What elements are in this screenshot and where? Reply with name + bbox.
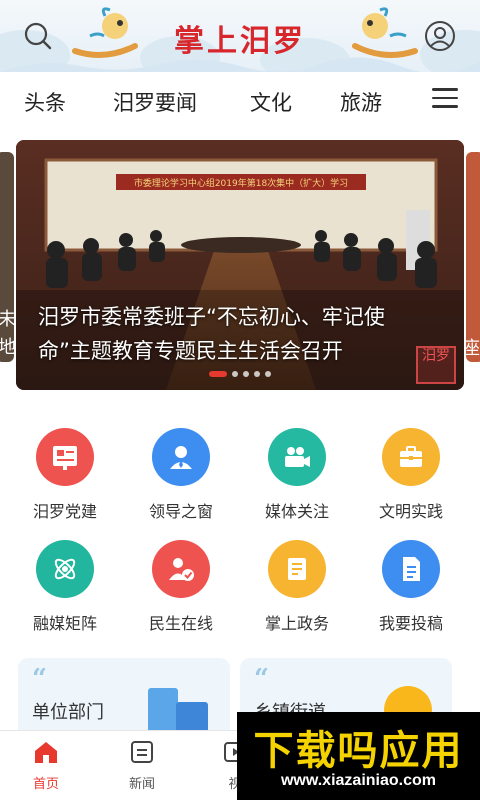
briefcase-icon bbox=[382, 428, 440, 486]
watermark-overlay: 下载吗应用 www.xiazainiao.com bbox=[237, 712, 480, 800]
grid-item-label: 领导之窗 bbox=[148, 502, 213, 521]
grid-item-mobile-government[interactable]: 掌上政务 bbox=[242, 540, 352, 634]
previous-slide-text: 未 地 bbox=[0, 309, 14, 358]
leader-icon bbox=[152, 428, 210, 486]
banner-carousel: 未 地 座 市委理论学习中心组2019年第18次集中（扩大）学习 汨罗市委常委班… bbox=[0, 128, 480, 408]
next-slide-text: 座 bbox=[466, 338, 480, 359]
user-profile-button[interactable] bbox=[422, 18, 458, 54]
tab-miluo-news[interactable]: 汨罗要闻 bbox=[113, 87, 197, 117]
grid-item-label: 文明实践 bbox=[378, 502, 443, 521]
home-icon bbox=[35, 742, 57, 763]
category-tabs: 头条 汨罗要闻 文化 旅游 bbox=[0, 72, 480, 128]
carousel-dot[interactable] bbox=[232, 371, 238, 377]
user-check-icon bbox=[152, 540, 210, 598]
nav-label: 首页 bbox=[32, 777, 59, 792]
grid-item-label: 掌上政务 bbox=[264, 614, 329, 633]
carousel-indicator bbox=[16, 371, 464, 377]
carousel-dot[interactable] bbox=[243, 371, 249, 377]
party-flag-icon bbox=[36, 428, 94, 486]
card-title: 单位部门 bbox=[32, 702, 104, 723]
nav-news[interactable]: 新闻 bbox=[112, 739, 172, 792]
quote-mark-icon: “ bbox=[254, 664, 269, 694]
grid-item-label: 融媒矩阵 bbox=[32, 614, 97, 633]
grid-item-submit-article[interactable]: 我要投稿 bbox=[356, 540, 466, 634]
grid-item-label: 我要投稿 bbox=[378, 614, 443, 633]
grid-item-party-building[interactable]: 汨罗党建 bbox=[10, 428, 120, 522]
atom-icon bbox=[36, 540, 94, 598]
service-grid: 汨罗党建 领导之窗 媒体关注 文明实践 融媒矩阵 民生在线 掌上政务 我要投稿 bbox=[0, 408, 480, 644]
banner-stamp-logo: 汨罗 bbox=[416, 346, 456, 384]
tab-culture[interactable]: 文化 bbox=[250, 87, 292, 117]
nav-home[interactable]: 首页 bbox=[16, 739, 76, 792]
app-screen: 掌上汨罗 头条 汨罗要闻 文化 旅游 未 地 座 市委理论学习中心组2019年第… bbox=[0, 0, 480, 800]
grid-item-civilization-practice[interactable]: 文明实践 bbox=[356, 428, 466, 522]
document-icon bbox=[268, 540, 326, 598]
next-slide-peek[interactable]: 座 bbox=[466, 152, 480, 362]
banner-scene-caption: 市委理论学习中心组2019年第18次集中（扩大）学习 bbox=[134, 177, 348, 189]
previous-slide-peek[interactable]: 未 地 bbox=[0, 152, 14, 362]
file-edit-icon bbox=[382, 540, 440, 598]
watermark-url: www.xiazainiao.com bbox=[280, 772, 436, 789]
grid-item-media-matrix[interactable]: 融媒矩阵 bbox=[10, 540, 120, 634]
grid-item-label: 媒体关注 bbox=[264, 502, 329, 521]
nav-label: 新闻 bbox=[128, 777, 155, 792]
grid-item-livelihood-online[interactable]: 民生在线 bbox=[126, 540, 236, 634]
grid-item-leaders[interactable]: 领导之窗 bbox=[126, 428, 236, 522]
watermark-title: 下载吗应用 bbox=[253, 728, 464, 774]
banner-headline[interactable]: 汨罗市委常委班子“不忘初心、牢记使命”主题教育专题民主生活会召开 bbox=[38, 300, 428, 368]
quote-mark-icon: “ bbox=[32, 664, 47, 694]
banner-slide[interactable]: 市委理论学习中心组2019年第18次集中（扩大）学习 汨罗市委常委班子“不忘初心… bbox=[16, 140, 464, 390]
grid-item-label: 汨罗党建 bbox=[32, 502, 97, 521]
app-header: 掌上汨罗 bbox=[0, 0, 480, 72]
news-icon bbox=[131, 741, 153, 763]
header-wave-decoration bbox=[0, 57, 480, 72]
tab-tourism[interactable]: 旅游 bbox=[340, 87, 382, 117]
carousel-dot[interactable] bbox=[265, 371, 271, 377]
video-camera-icon bbox=[268, 428, 326, 486]
carousel-dot-active[interactable] bbox=[209, 371, 227, 377]
grid-item-media-focus[interactable]: 媒体关注 bbox=[242, 428, 352, 522]
grid-item-label: 民生在线 bbox=[148, 614, 213, 633]
menu-icon[interactable] bbox=[432, 88, 458, 112]
carousel-dot[interactable] bbox=[254, 371, 260, 377]
user-icon bbox=[425, 21, 455, 51]
tab-headlines[interactable]: 头条 bbox=[24, 87, 66, 117]
